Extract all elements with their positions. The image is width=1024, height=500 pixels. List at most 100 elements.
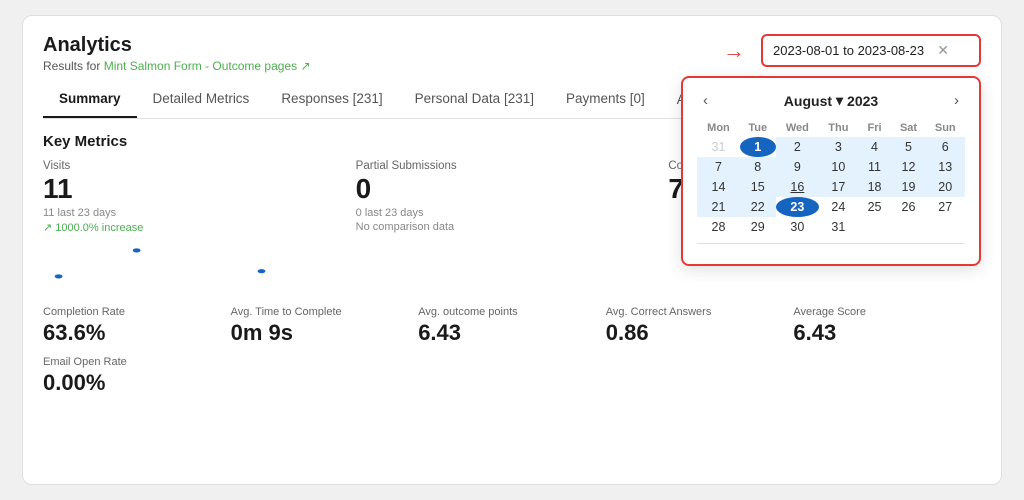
metric-visits: Visits 11 11 last 23 days ↗ 1000.0% incr… (43, 160, 356, 234)
calendar-day[interactable]: 21 (697, 197, 740, 217)
date-input[interactable]: 2023-08-01 to 2023-08-23 ✕ (761, 34, 981, 67)
calendar-day[interactable]: 10 (819, 157, 857, 177)
cal-month-year: August ▾ 2023 (784, 92, 878, 109)
email-open-label: Email Open Rate (43, 356, 981, 368)
email-metric: Email Open Rate 0.00% (43, 356, 981, 396)
completion-rate-label: Completion Rate (43, 306, 215, 318)
calendar-day[interactable]: 30 (776, 217, 820, 237)
bottom-metrics: Completion Rate 63.6% Avg. Time to Compl… (43, 306, 981, 346)
tab-personal-data[interactable]: Personal Data [231] (399, 83, 550, 118)
cal-dow-thu: Thu (819, 119, 857, 137)
calendar-day[interactable]: 25 (858, 197, 892, 217)
calendar-header-row: Mon Tue Wed Thu Fri Sat Sun (697, 119, 965, 137)
tab-payments[interactable]: Payments [0] (550, 83, 661, 118)
calendar-week-row: 31123456 (697, 137, 965, 157)
cal-dow-sun: Sun (926, 119, 966, 137)
cal-dow-tue: Tue (740, 119, 776, 137)
calendar-body: 3112345678910111213141516171819202122232… (697, 137, 965, 237)
partial-label: Partial Submissions (356, 160, 649, 172)
calendar-day[interactable]: 15 (740, 177, 776, 197)
calendar-next-arrow[interactable]: › (948, 90, 965, 111)
calendar-day[interactable]: 8 (740, 157, 776, 177)
tab-responses[interactable]: Responses [231] (265, 83, 398, 118)
visits-sub1: 11 last 23 days (43, 207, 336, 219)
calendar-prev-arrow[interactable]: ‹ (697, 90, 714, 111)
metric-completion-rate: Completion Rate 63.6% (43, 306, 231, 346)
partial-value: 0 (356, 174, 649, 205)
calendar-day[interactable]: 13 (926, 157, 966, 177)
calendar-week-row: 28293031 (697, 217, 965, 237)
visits-label: Visits (43, 160, 336, 172)
sparkline-partial (356, 240, 669, 292)
completion-rate-value: 63.6% (43, 320, 215, 346)
visits-sub2: ↗ 1000.0% increase (43, 221, 336, 234)
calendar-day[interactable]: 28 (697, 217, 740, 237)
calendar-day[interactable]: 18 (858, 177, 892, 197)
cal-month-label: August (784, 93, 832, 109)
calendar-day[interactable]: 16 (776, 177, 820, 197)
calendar-day[interactable]: 12 (892, 157, 926, 177)
calendar-day[interactable]: 17 (819, 177, 857, 197)
calendar-grid: Mon Tue Wed Thu Fri Sat Sun 311234567891… (697, 119, 965, 237)
calendar-day[interactable] (858, 217, 892, 237)
calendar-week-row: 21222324252627 (697, 197, 965, 217)
cal-dropdown-icon[interactable]: ▾ (836, 92, 843, 109)
cal-dow-mon: Mon (697, 119, 740, 137)
avg-score-value: 6.43 (793, 320, 965, 346)
calendar-day[interactable]: 23 (776, 197, 820, 217)
calendar-day[interactable]: 4 (858, 137, 892, 157)
visits-value: 11 (43, 174, 336, 205)
calendar-day[interactable]: 22 (740, 197, 776, 217)
avg-outcome-value: 6.43 (418, 320, 590, 346)
calendar-week-row: 78910111213 (697, 157, 965, 177)
calendar-nav: ‹ August ▾ 2023 › (697, 90, 965, 111)
arrow-indicator: → (723, 38, 745, 64)
email-open-value: 0.00% (43, 370, 981, 396)
metric-avg-score: Average Score 6.43 (793, 306, 981, 346)
calendar-day[interactable]: 1 (740, 137, 776, 157)
partial-sub1: 0 last 23 days (356, 207, 649, 219)
calendar-day[interactable]: 2 (776, 137, 820, 157)
calendar-overlay: ‹ August ▾ 2023 › Mon Tue Wed Thu (681, 76, 981, 266)
avg-time-value: 0m 9s (231, 320, 403, 346)
tab-summary[interactable]: Summary (43, 83, 137, 118)
tab-detailed-metrics[interactable]: Detailed Metrics (137, 83, 266, 118)
title-section: Analytics Results for Mint Salmon Form -… (43, 34, 311, 73)
calendar-day[interactable]: 24 (819, 197, 857, 217)
calendar-day[interactable]: 20 (926, 177, 966, 197)
main-card: Analytics Results for Mint Salmon Form -… (22, 15, 1002, 485)
app-title: Analytics (43, 34, 311, 57)
cal-year-label: 2023 (847, 93, 878, 109)
calendar-day[interactable]: 31 (819, 217, 857, 237)
metric-avg-outcome: Avg. outcome points 6.43 (418, 306, 606, 346)
subtitle-link[interactable]: Mint Salmon Form - Outcome pages ↗ (104, 59, 311, 73)
calendar-day[interactable]: 11 (858, 157, 892, 177)
calendar-day[interactable]: 7 (697, 157, 740, 177)
calendar-day[interactable]: 5 (892, 137, 926, 157)
subtitle: Results for Mint Salmon Form - Outcome p… (43, 59, 311, 73)
partial-sub2: No comparison data (356, 221, 649, 233)
calendar-day[interactable]: 31 (697, 137, 740, 157)
calendar-day[interactable]: 27 (926, 197, 966, 217)
calendar-day[interactable]: 9 (776, 157, 820, 177)
metric-avg-time: Avg. Time to Complete 0m 9s (231, 306, 419, 346)
metric-partial: Partial Submissions 0 0 last 23 days No … (356, 160, 669, 233)
subtitle-text: Results for (43, 59, 100, 73)
avg-time-label: Avg. Time to Complete (231, 306, 403, 318)
header-row: Analytics Results for Mint Salmon Form -… (43, 34, 981, 73)
calendar-day[interactable]: 29 (740, 217, 776, 237)
date-close-icon[interactable]: ✕ (937, 42, 949, 59)
calendar-day[interactable] (926, 217, 966, 237)
calendar-day[interactable]: 14 (697, 177, 740, 197)
calendar-day[interactable]: 3 (819, 137, 857, 157)
calendar-day[interactable]: 6 (926, 137, 966, 157)
avg-score-label: Average Score (793, 306, 965, 318)
avg-correct-value: 0.86 (606, 320, 778, 346)
avg-outcome-label: Avg. outcome points (418, 306, 590, 318)
sparkline-visits (43, 240, 356, 292)
calendar-day[interactable] (892, 217, 926, 237)
calendar-day[interactable]: 26 (892, 197, 926, 217)
calendar-day[interactable]: 19 (892, 177, 926, 197)
cal-dow-wed: Wed (776, 119, 820, 137)
date-input-text: 2023-08-01 to 2023-08-23 (773, 43, 929, 58)
